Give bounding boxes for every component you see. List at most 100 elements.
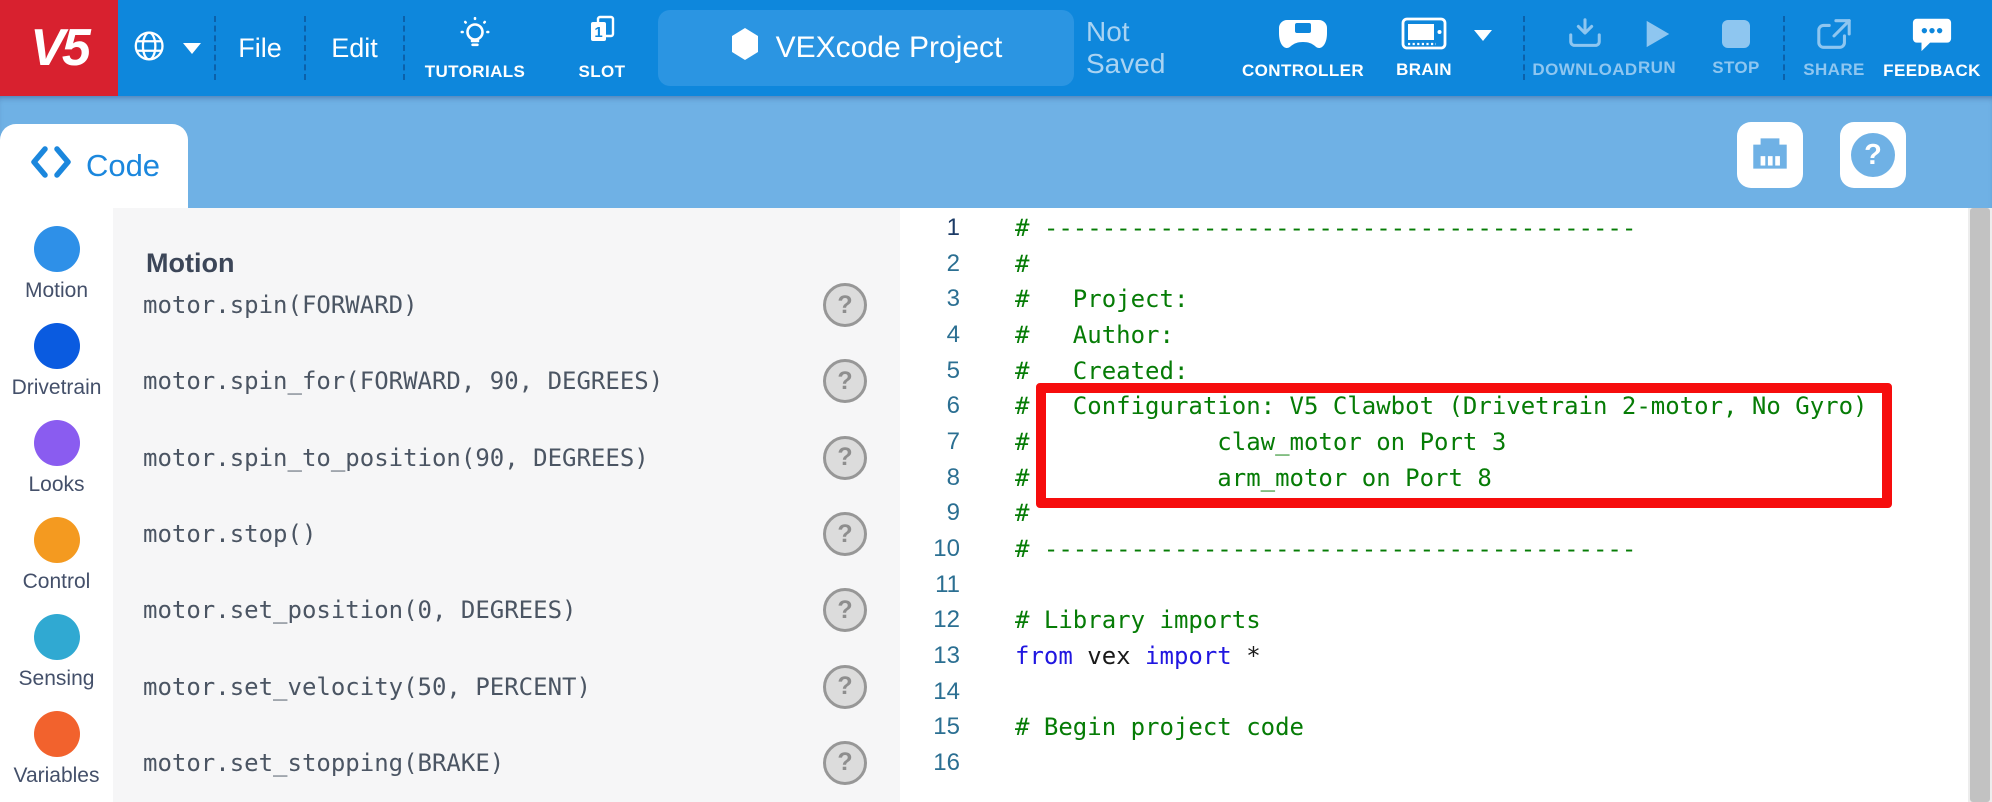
slot-number: 1 <box>594 24 602 41</box>
category-color-circle <box>34 323 80 369</box>
controller-label: CONTROLLER <box>1242 61 1364 81</box>
download-icon <box>1566 16 1604 57</box>
code-line[interactable]: 13 from vex import * <box>900 638 1968 674</box>
code-line[interactable]: 9 # <box>900 496 1968 532</box>
code-line[interactable]: 8 # arm_motor on Port 8 <box>900 460 1968 496</box>
edit-menu[interactable]: Edit <box>306 0 403 96</box>
stop-label: STOP <box>1712 58 1760 78</box>
sidebar-category-looks[interactable]: Looks <box>0 402 113 499</box>
hexagon-icon <box>730 27 760 69</box>
toolbar-divider <box>1523 16 1525 80</box>
language-menu[interactable] <box>118 0 214 96</box>
line-number: 5 <box>900 357 960 385</box>
code-editor[interactable]: 1 # ------------------------------------… <box>900 208 1968 802</box>
tutorials-button[interactable]: TUTORIALS <box>405 0 545 96</box>
category-color-circle <box>34 711 80 757</box>
toolbar-divider <box>1783 16 1785 80</box>
question-mark-icon: ? <box>837 520 852 549</box>
command-text: motor.set_velocity(50, PERCENT) <box>143 673 591 701</box>
command-row[interactable]: motor.set_stopping(BRAKE) ? <box>113 725 900 801</box>
command-help-button[interactable]: ? <box>823 512 867 556</box>
command-row[interactable]: motor.set_velocity(50, PERCENT) ? <box>113 648 900 724</box>
project-name-box[interactable]: VEXcode Project <box>658 10 1074 86</box>
line-text: # Begin project code <box>1015 713 1304 741</box>
brain-button[interactable]: BRAIN <box>1378 0 1470 96</box>
code-line[interactable]: 1 # ------------------------------------… <box>900 210 1968 246</box>
command-help-button[interactable]: ? <box>823 359 867 403</box>
slot-button[interactable]: 1 SLOT <box>556 0 648 96</box>
file-menu[interactable]: File <box>216 0 304 96</box>
code-line[interactable]: 2 # <box>900 246 1968 282</box>
code-line[interactable]: 10 # -----------------------------------… <box>900 531 1968 567</box>
code-line[interactable]: 14 <box>900 674 1968 710</box>
device-config-button[interactable] <box>1737 122 1803 188</box>
category-color-circle <box>34 517 80 563</box>
line-number: 8 <box>900 464 960 492</box>
sidebar-category-variables[interactable]: Variables <box>0 693 113 790</box>
category-label: Drivetrain <box>12 376 102 400</box>
device-port-icon <box>1747 130 1793 181</box>
code-line[interactable]: 4 # Author: <box>900 317 1968 353</box>
code-line[interactable]: 3 # Project: <box>900 281 1968 317</box>
question-mark-icon: ? <box>837 443 852 472</box>
command-row[interactable]: motor.spin(FORWARD) ? <box>113 267 900 343</box>
stop-icon <box>1720 18 1752 55</box>
top-toolbar: V5 File Edit TUTORIALS 1 <box>0 0 1992 96</box>
sidebar-category-motion[interactable]: Motion <box>0 208 113 305</box>
sidebar-category-control[interactable]: Control <box>0 499 113 596</box>
brain-dropdown[interactable] <box>1468 0 1498 70</box>
command-row[interactable]: motor.stop() ? <box>113 496 900 572</box>
run-button[interactable]: RUN <box>1632 0 1682 96</box>
controller-button[interactable]: CONTROLLER <box>1245 0 1361 96</box>
code-line[interactable]: 5 # Created: <box>900 353 1968 389</box>
help-button[interactable]: ? <box>1840 122 1906 188</box>
command-text: motor.set_stopping(BRAKE) <box>143 749 504 777</box>
command-help-button[interactable]: ? <box>823 588 867 632</box>
code-line[interactable]: 12 # Library imports <box>900 603 1968 639</box>
feedback-button[interactable]: FEEDBACK <box>1880 0 1984 96</box>
code-line[interactable]: 6 # Configuration: V5 Clawbot (Drivetrai… <box>900 388 1968 424</box>
command-text: motor.spin(FORWARD) <box>143 291 418 319</box>
line-text: from vex import * <box>1015 642 1261 670</box>
question-mark-icon: ? <box>837 367 852 396</box>
download-label: DOWNLOAD <box>1532 60 1637 80</box>
tab-code[interactable]: Code <box>0 124 188 208</box>
question-mark-icon: ? <box>837 291 852 320</box>
download-button[interactable]: DOWNLOAD <box>1536 0 1634 96</box>
editor-scrollbar[interactable] <box>1968 208 1992 802</box>
command-row[interactable]: motor.set_position(0, DEGREES) ? <box>113 572 900 648</box>
command-row[interactable]: motor.spin_to_position(90, DEGREES) ? <box>113 420 900 496</box>
category-color-circle <box>34 614 80 660</box>
code-line[interactable]: 16 <box>900 745 1968 781</box>
chevron-down-icon <box>1474 30 1492 41</box>
chevron-down-icon <box>183 43 201 54</box>
line-number: 14 <box>900 678 960 706</box>
play-icon <box>1642 18 1672 55</box>
command-help-button[interactable]: ? <box>823 283 867 327</box>
gamepad-icon <box>1277 15 1329 58</box>
stop-button[interactable]: STOP <box>1703 0 1769 96</box>
tab-bar: Code ? <box>0 96 1992 208</box>
command-row[interactable]: motor.spin_for(FORWARD, 90, DEGREES) ? <box>113 343 900 419</box>
sidebar-category-sensing[interactable]: Sensing <box>0 596 113 693</box>
command-help-button[interactable]: ? <box>823 665 867 709</box>
line-number: 16 <box>900 749 960 777</box>
question-mark-icon: ? <box>1851 133 1895 177</box>
sidebar-category-drivetrain[interactable]: Drivetrain <box>0 305 113 402</box>
line-text: # Library imports <box>1015 606 1261 634</box>
code-line[interactable]: 11 <box>900 567 1968 603</box>
line-text: # <box>1015 250 1029 278</box>
code-line[interactable]: 15 # Begin project code <box>900 710 1968 746</box>
command-help-button[interactable]: ? <box>823 436 867 480</box>
scrollbar-thumb[interactable] <box>1970 208 1990 802</box>
line-number: 3 <box>900 285 960 313</box>
command-text: motor.set_position(0, DEGREES) <box>143 596 576 624</box>
share-button[interactable]: SHARE <box>1796 0 1872 96</box>
code-line[interactable]: 7 # claw_motor on Port 3 <box>900 424 1968 460</box>
sidebar: Motion Drivetrain Looks Control Sensing … <box>0 208 113 802</box>
line-text: # Author: <box>1015 321 1174 349</box>
globe-icon <box>131 27 173 70</box>
share-icon <box>1815 16 1853 57</box>
command-help-button[interactable]: ? <box>823 741 867 785</box>
line-text: # Created: <box>1015 357 1188 385</box>
